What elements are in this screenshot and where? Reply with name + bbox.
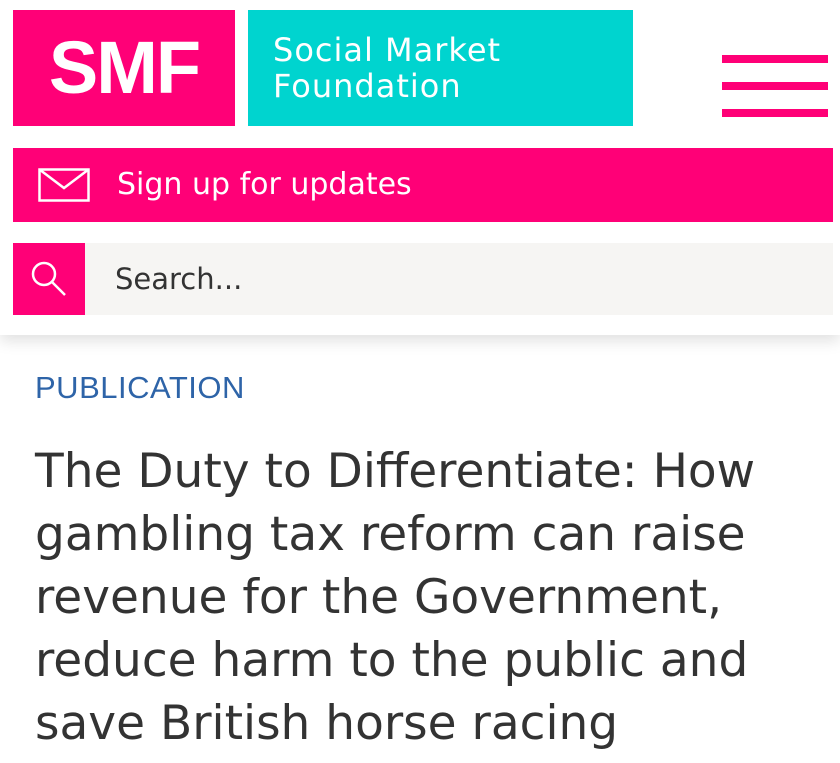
article-title: The Duty to Differentiate: How gambling … (35, 444, 756, 751)
logo-name-line-2: Foundation (273, 67, 462, 105)
logo-abbreviation: SMF (48, 26, 201, 109)
search-bar (13, 243, 833, 315)
menu-bar (722, 55, 828, 63)
search-button[interactable] (13, 243, 85, 315)
search-input[interactable] (99, 243, 819, 315)
menu-bar (722, 109, 828, 117)
signup-button[interactable]: Sign up for updates (13, 148, 833, 222)
search-icon (31, 261, 66, 296)
site-header: SMF Social Market Foundation Sign up for… (0, 0, 840, 335)
logo-name-line-1: Social Market (273, 31, 502, 69)
article-category[interactable]: PUBLICATION (35, 370, 245, 406)
logo-organisation-name[interactable]: Social Market Foundation (248, 10, 633, 126)
signup-label: Sign up for updates (117, 167, 412, 202)
menu-bar (722, 82, 828, 90)
logo-smf[interactable]: SMF (13, 10, 235, 126)
mail-icon (38, 168, 90, 202)
hamburger-menu-icon[interactable] (722, 55, 828, 125)
